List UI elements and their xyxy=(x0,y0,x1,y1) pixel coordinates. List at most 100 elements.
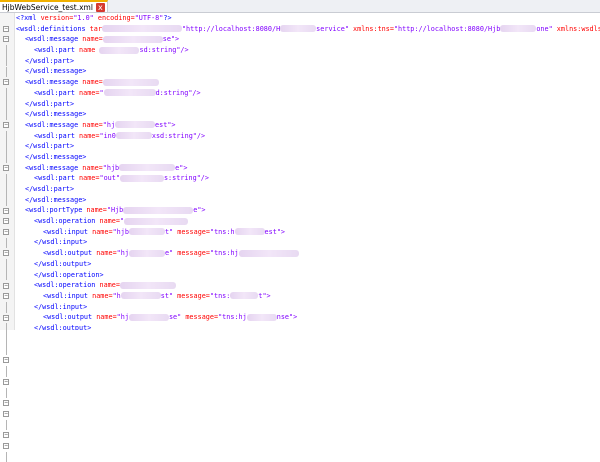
fold-toggle-icon[interactable]: − xyxy=(3,208,9,214)
fold-toggle-icon[interactable]: − xyxy=(3,122,9,128)
xml-value: se"> xyxy=(163,35,179,43)
xml-value: "in0 xyxy=(99,132,115,140)
xml-tag: <wsdl:operation xyxy=(34,281,99,289)
code-line[interactable]: </wsdl:part> xyxy=(16,99,600,110)
code-line[interactable]: <?xml version="1.0" encoding="UTF-8"?> xyxy=(16,13,600,24)
code-line[interactable]: </wsdl:operation> xyxy=(16,270,600,281)
code-line[interactable]: <wsdl:input name="hst" message="tns:t"> xyxy=(16,291,600,302)
fold-guide xyxy=(6,184,7,195)
redacted-text xyxy=(104,89,156,96)
fold-toggle-icon[interactable]: − xyxy=(3,283,9,289)
redacted-text xyxy=(103,36,163,43)
fold-guide xyxy=(6,109,7,120)
xml-attribute: name= xyxy=(96,313,116,321)
redacted-text xyxy=(120,282,176,289)
code-line[interactable]: <wsdl:part name="in0xsd:string"/> xyxy=(16,131,600,142)
fold-toggle-icon[interactable]: − xyxy=(3,357,9,363)
redacted-text xyxy=(247,314,277,321)
xml-value: "hj xyxy=(117,249,129,257)
code-line[interactable]: <wsdl:part name="d:string"/> xyxy=(16,88,600,99)
code-line[interactable]: </wsdl:message> xyxy=(16,109,600,120)
code-line[interactable]: <wsdl:operation name=" xyxy=(16,216,600,227)
xml-tag: <wsdl:part xyxy=(34,46,79,54)
fold-guide xyxy=(6,366,7,377)
fold-toggle-icon[interactable]: − xyxy=(3,379,9,385)
code-line[interactable]: <wsdl:message name= xyxy=(16,77,600,88)
fold-toggle-icon[interactable]: − xyxy=(3,400,9,406)
xml-attribute: name= xyxy=(92,228,112,236)
code-line[interactable]: <wsdl:output name="hjse" message="tns:hj… xyxy=(16,312,600,323)
xml-tag: <wsdl:part xyxy=(34,89,79,97)
xml-tag: <wsdl:message xyxy=(25,121,82,129)
fold-toggle-icon[interactable]: − xyxy=(3,443,9,449)
code-line[interactable]: </wsdl:message> xyxy=(16,66,600,77)
fold-guide xyxy=(6,174,7,185)
code-line[interactable]: </wsdl:output> xyxy=(16,259,600,270)
xml-value: "hjb xyxy=(103,164,119,172)
fold-toggle-icon[interactable]: − xyxy=(3,36,9,42)
xml-editor[interactable]: <?xml version="1.0" encoding="UTF-8"?><w… xyxy=(16,13,600,330)
fold-toggle-icon[interactable]: − xyxy=(3,26,9,32)
code-line[interactable]: <wsdl:input name="hjbt" message="tns:hes… xyxy=(16,227,600,238)
fold-toggle-icon[interactable]: − xyxy=(3,250,9,256)
code-line[interactable]: </wsdl:message> xyxy=(16,152,600,163)
code-line[interactable]: </wsdl:part> xyxy=(16,56,600,67)
code-line[interactable]: <wsdl:message name="hjest"> xyxy=(16,120,600,131)
xml-attribute: name= xyxy=(82,164,102,172)
fold-toggle-icon[interactable]: − xyxy=(3,293,9,299)
code-line[interactable]: <wsdl:message name=se"> xyxy=(16,34,600,45)
redacted-text xyxy=(116,132,152,139)
xml-tag: <wsdl:operation xyxy=(34,217,99,225)
tab-hjbwebservice-test-xml[interactable]: HjbWebService_test.xml x xyxy=(0,0,108,12)
fold-guide xyxy=(6,388,7,399)
xml-tag: </wsdl:part> xyxy=(25,142,74,150)
redacted-text xyxy=(239,250,299,257)
fold-toggle-icon[interactable]: − xyxy=(3,79,9,85)
xml-attribute: xmlns:tns= xyxy=(349,25,394,33)
code-line[interactable]: </wsdl:part> xyxy=(16,141,600,152)
fold-toggle-icon[interactable]: − xyxy=(3,315,9,321)
code-line[interactable]: </wsdl:message> xyxy=(16,195,600,206)
code-line[interactable]: <wsdl:part name="out"s:string"/> xyxy=(16,173,600,184)
code-line[interactable]: <wsdl:output name="hje" message="tns:hj xyxy=(16,248,600,259)
xml-tag: <wsdl:output xyxy=(43,313,96,321)
code-line[interactable]: <wsdl:message name="hjbe"> xyxy=(16,163,600,174)
fold-guide xyxy=(6,302,7,313)
code-line[interactable]: <wsdl:part name sd:string"/> xyxy=(16,45,600,56)
xml-tag: </wsdl:part> xyxy=(25,185,74,193)
code-line[interactable]: <wsdl:portType name="Hjbe"> xyxy=(16,205,600,216)
code-line[interactable]: <wsdl:definitions tar"http://localhost:8… xyxy=(16,24,600,35)
fold-toggle-icon[interactable]: − xyxy=(3,229,9,235)
code-line[interactable]: </wsdl:input> xyxy=(16,237,600,248)
xml-value: d:string"/> xyxy=(156,89,201,97)
xml-tag: </wsdl:message> xyxy=(25,153,86,161)
code-line[interactable]: <wsdl:operation name= xyxy=(16,280,600,291)
redacted-text xyxy=(120,175,164,182)
fold-guide xyxy=(6,334,7,345)
code-line[interactable]: </wsdl:input> xyxy=(16,302,600,313)
fold-guide xyxy=(6,152,7,163)
fold-guide xyxy=(6,67,7,78)
redacted-text xyxy=(129,228,165,235)
fold-toggle-icon[interactable]: − xyxy=(3,165,9,171)
code-line[interactable]: </wsdl:output> xyxy=(16,323,600,330)
fold-guide xyxy=(6,99,7,110)
xml-tag: <wsdl:portType xyxy=(25,206,86,214)
xml-value: "hj xyxy=(117,313,129,321)
close-icon[interactable]: x xyxy=(96,3,105,12)
xml-attribute: message= xyxy=(181,313,218,321)
xml-tag: <wsdl:message xyxy=(25,78,82,86)
xml-value: est"> xyxy=(265,228,285,236)
xml-value: "tns: xyxy=(210,292,230,300)
fold-toggle-icon[interactable]: − xyxy=(3,411,9,417)
xml-attribute: tar xyxy=(90,25,102,33)
xml-attribute: name= xyxy=(82,35,102,43)
fold-toggle-icon[interactable]: − xyxy=(3,218,9,224)
fold-guide xyxy=(6,420,7,431)
fold-toggle-icon[interactable]: − xyxy=(3,432,9,438)
xml-tag: </wsdl:output> xyxy=(34,260,91,268)
xml-tag: </wsdl:message> xyxy=(25,110,86,118)
redacted-text xyxy=(129,250,165,257)
xml-attribute: name= xyxy=(92,292,112,300)
code-line[interactable]: </wsdl:part> xyxy=(16,184,600,195)
